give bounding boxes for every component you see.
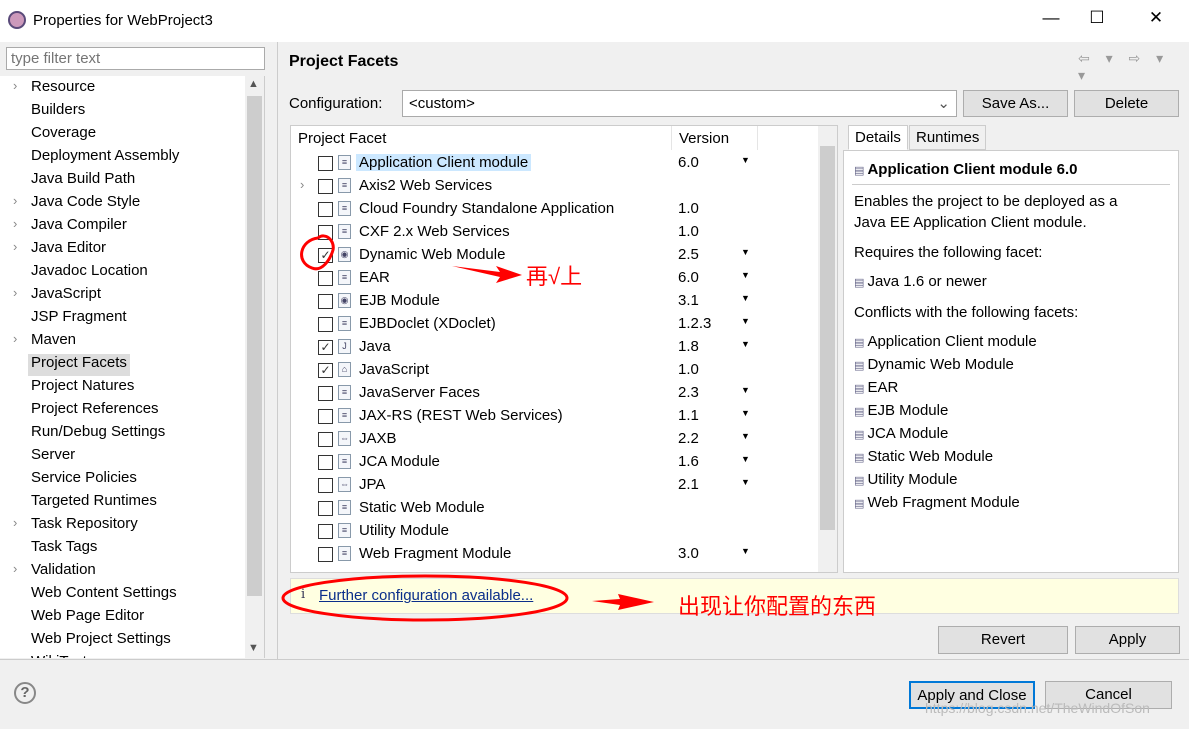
watermark: https://blog.csdn.net/TheWindOfSon [925,700,1150,716]
annotation-circle-link [281,574,569,622]
annotation-config-note: 出现让你配置的东西 [678,594,877,619]
annotation-overlay [281,234,654,622]
annotation-arrow-2 [592,594,654,610]
annotation-check-note: 再√上 [526,264,583,289]
annotation-arrow-1 [452,266,522,283]
annotation-circle-check [300,234,335,271]
